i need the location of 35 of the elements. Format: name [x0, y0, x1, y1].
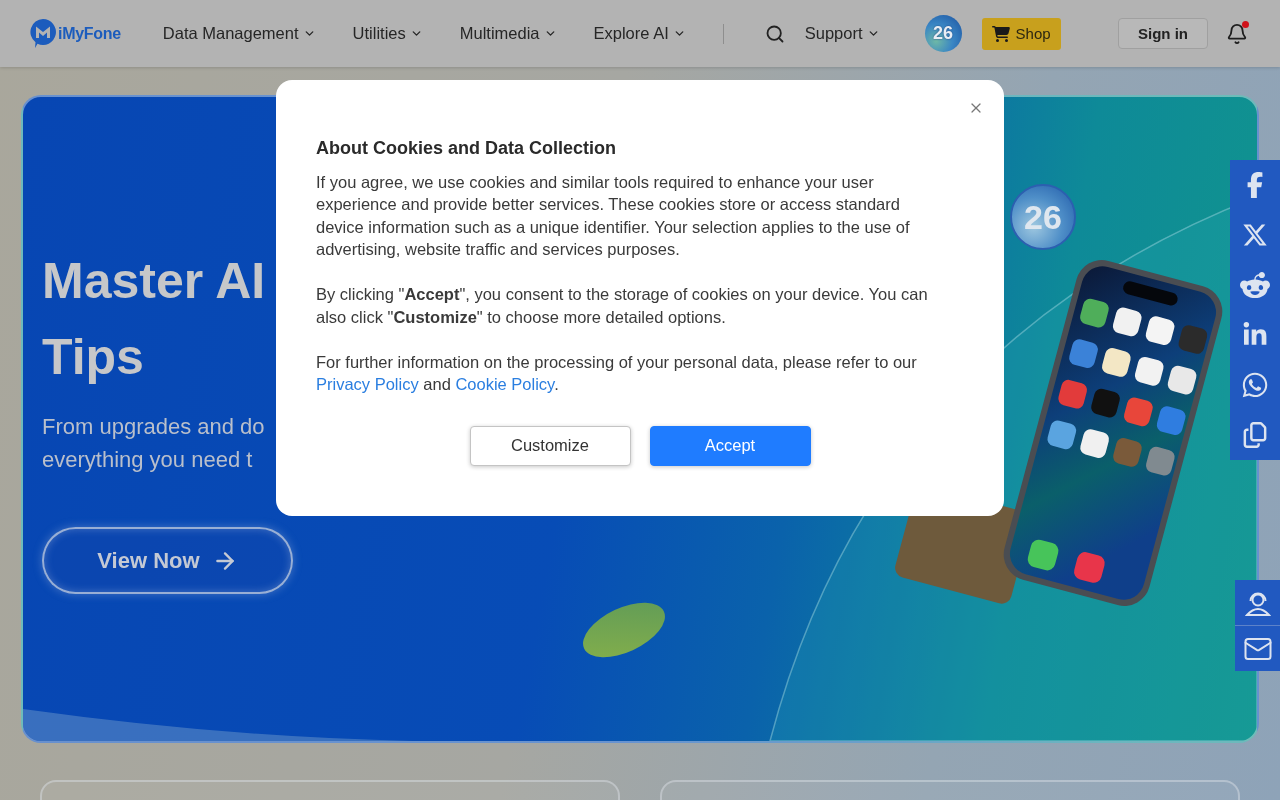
logo-icon [30, 19, 56, 48]
dialog-text: By clicking "Accept", you consent to the storage of cookies on your device. You can also click "Customize" to choose more detailed options. [316, 284, 929, 328]
search-button[interactable] [764, 23, 785, 44]
customize-button[interactable]: Customize [469, 425, 631, 466]
cart-icon [991, 24, 1010, 43]
documents-icon [1242, 422, 1268, 448]
linkedin-icon [1242, 322, 1268, 348]
view-now-button[interactable]: View Now [42, 527, 293, 594]
reddit-icon [1240, 270, 1270, 300]
shop-button[interactable]: Shop [981, 17, 1061, 50]
dialog-text: For further information on the processing of your personal data, please refer to our Privacy Policy and Cookie Policy. [316, 351, 918, 396]
nav-menu-item[interactable]: Multimedia [459, 24, 557, 43]
search-icon [764, 23, 785, 44]
bell-icon [1226, 22, 1248, 45]
nav-menu-item[interactable]: Utilities [352, 24, 423, 43]
oval-icon [582, 602, 666, 658]
dialog-title: About Cookies and Data Collection [316, 137, 618, 160]
sign-in-button[interactable]: Sign in [1118, 18, 1208, 49]
policy-link[interactable]: Privacy Policy [316, 375, 419, 394]
version-badge: 26 [1010, 184, 1076, 250]
x-logo-icon [1242, 222, 1268, 248]
hero-subtitle: From upgrades and do [42, 413, 265, 441]
email-button[interactable] [1235, 626, 1280, 671]
hero-title: Tips [42, 328, 144, 387]
nav-menu-item[interactable]: Support [804, 24, 880, 43]
nav-menu-item[interactable]: Data Management [162, 24, 316, 43]
policy-link[interactable]: Cookie Policy [455, 375, 555, 394]
hero-subtitle: everything you need t [42, 446, 253, 474]
nav-menu-item[interactable]: Explore AI [593, 24, 686, 43]
hero-title: Master AI [42, 252, 266, 311]
notifications-button[interactable] [1226, 22, 1248, 45]
whatsapp-icon [1241, 371, 1269, 399]
support-button[interactable] [1235, 580, 1280, 625]
accept-button[interactable]: Accept [649, 425, 811, 466]
dialog-text: If you agree, we use cookies and similar tools required to enhance your user experience and provide better services. These cookies store or access standard device information such as a unique identifier. Your selection applies to the use of advertising, website traffic and services purposes. [316, 171, 911, 261]
